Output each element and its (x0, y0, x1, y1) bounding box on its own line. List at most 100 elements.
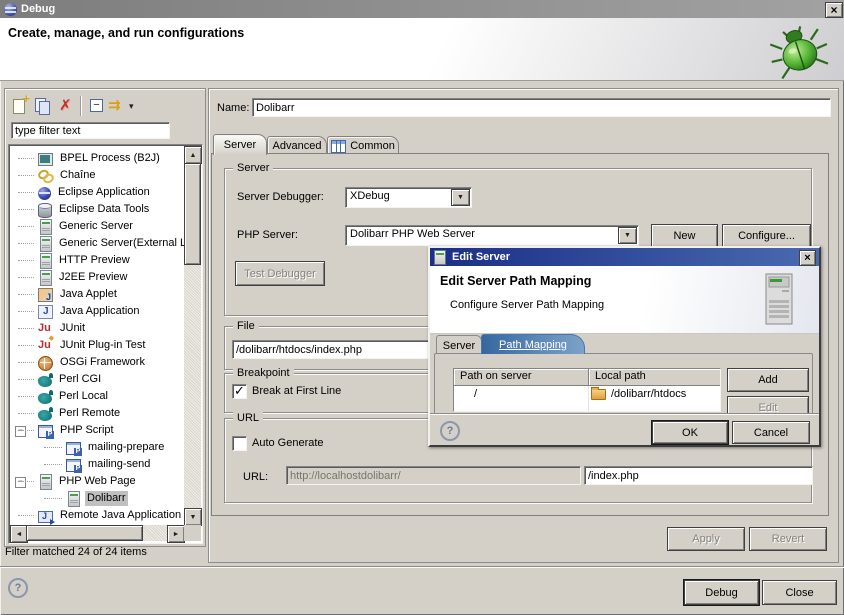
help-icon[interactable]: ? (8, 578, 28, 598)
tree-item[interactable]: Remote Java Application (10, 507, 184, 524)
chevron-down-icon[interactable]: ▼ (618, 227, 637, 244)
tree-connector (44, 464, 62, 465)
chevron-down-icon[interactable]: ▼ (451, 189, 470, 206)
break-first-line-checkbox[interactable] (232, 384, 247, 399)
url-base-input[interactable] (286, 466, 581, 485)
edit-server-dialog: Edit Server × Edit Server Path Mapping C… (428, 246, 821, 447)
tree-item[interactable]: Eclipse Data Tools (10, 201, 184, 218)
tree-connector (18, 158, 34, 159)
edit-server-titlebar[interactable]: Edit Server (430, 248, 819, 266)
tree-item[interactable]: JUnit (10, 320, 184, 337)
cancel-button[interactable]: Cancel (732, 421, 810, 444)
filter-menu-caret-icon[interactable] (129, 101, 146, 118)
tree-connector (18, 294, 34, 295)
tree-connector (18, 260, 34, 261)
tree-item[interactable]: Perl Local (10, 388, 184, 405)
window-close-button[interactable]: × (825, 2, 843, 18)
column-header-path-on-server[interactable]: Path on server (454, 369, 589, 386)
local-path-value: /dolibarr/htdocs (611, 388, 686, 400)
delete-config-icon[interactable] (58, 97, 75, 114)
dialog-tab-path-mapping[interactable]: Path Mapping (481, 334, 585, 354)
tree-vertical-scrollbar[interactable]: ▲ ▼ (184, 146, 201, 525)
vertical-scroll-thumb[interactable] (184, 163, 201, 265)
new-server-button[interactable]: New (651, 224, 718, 248)
tree-item[interactable]: Perl CGI (10, 371, 184, 388)
tree-item[interactable]: JUnit Plug-in Test (10, 337, 184, 354)
tree-item-label: Perl Remote (57, 406, 122, 421)
edit-server-subheading: Configure Server Path Mapping (450, 299, 604, 311)
tree-item-label: PHP Web Page (57, 474, 138, 489)
dialog-help-icon[interactable]: ? (440, 421, 460, 441)
path-on-server-cell: / (454, 386, 589, 402)
tree-connector (18, 328, 34, 329)
debug-configurations-window: Debug × Create, manage, and run configur… (0, 0, 844, 615)
close-button[interactable]: Close (762, 580, 837, 605)
java-applet-icon (38, 288, 53, 302)
tree-item[interactable]: OSGi Framework (10, 354, 184, 371)
add-mapping-button[interactable]: Add (727, 368, 809, 392)
server-debugger-select[interactable]: XDebug ▼ (345, 187, 472, 208)
auto-generate-checkbox[interactable] (232, 436, 247, 451)
column-header-local-path[interactable]: Local path (589, 369, 720, 386)
tree-connector (18, 311, 34, 312)
tree-item-label: Perl Local (57, 389, 110, 404)
tree-connector (18, 243, 34, 244)
tree-item-label: Eclipse Application (56, 185, 152, 200)
tree-item-label: Dolibarr (85, 491, 128, 506)
window-titlebar[interactable]: Debug (0, 0, 844, 18)
tree-item[interactable]: − PHP Web Page (10, 473, 184, 490)
tree-item[interactable]: mailing-prepare (10, 439, 184, 456)
tree-item-label: HTTP Preview (57, 253, 132, 268)
server-group-legend: Server (233, 161, 273, 175)
test-debugger-button[interactable]: Test Debugger (235, 261, 325, 286)
server-icon (434, 250, 446, 265)
tree-item[interactable]: mailing-send (10, 456, 184, 473)
dialog-tab-server[interactable]: Server (436, 335, 482, 355)
configure-server-button[interactable]: Configure... (722, 224, 811, 248)
php-script-icon (38, 425, 53, 438)
tree-item-label: mailing-send (86, 457, 152, 472)
tree-item[interactable]: Java Applet (10, 286, 184, 303)
revert-button[interactable]: Revert (749, 527, 827, 551)
filter-icon[interactable] (108, 97, 125, 114)
debug-button[interactable]: Debug (684, 580, 759, 605)
tree-connector (18, 226, 34, 227)
scroll-down-icon[interactable]: ▼ (184, 508, 202, 526)
tree-item[interactable]: Java Application (10, 303, 184, 320)
apply-button[interactable]: Apply (667, 527, 745, 551)
tree-item[interactable]: Eclipse Application (10, 184, 184, 201)
php-server-select[interactable]: Dolibarr PHP Web Server ▼ (345, 225, 639, 246)
url-path-input[interactable] (584, 466, 813, 485)
tree-connector (18, 481, 34, 482)
tree-item[interactable]: Generic Server(External La (10, 235, 184, 252)
collapse-toggle-icon[interactable]: − (15, 477, 26, 488)
tree-item[interactable]: Generic Server (10, 218, 184, 235)
config-name-input[interactable] (252, 98, 831, 117)
duplicate-config-icon[interactable] (34, 97, 51, 114)
tree-item[interactable]: Chaîne (10, 167, 184, 184)
scroll-up-icon[interactable]: ▲ (184, 146, 202, 164)
horizontal-scroll-thumb[interactable] (26, 525, 143, 541)
tree-item[interactable]: Perl Remote (10, 405, 184, 422)
tree-item[interactable]: HTTP Preview (10, 252, 184, 269)
filter-input[interactable] (11, 122, 170, 139)
collapse-all-icon[interactable] (88, 97, 105, 114)
new-config-icon[interactable] (11, 97, 28, 114)
server-icon (40, 236, 52, 252)
tree-item[interactable]: −PHP Script (10, 422, 184, 439)
edit-server-close-button[interactable]: × (799, 250, 816, 266)
tree-item[interactable]: J2EE Preview (10, 269, 184, 286)
table-row[interactable]: / /dolibarr/htdocs (454, 386, 720, 402)
scroll-right-icon[interactable]: ► (167, 525, 185, 543)
auto-generate-label: Auto Generate (252, 437, 324, 449)
php-web-server-icon (40, 474, 52, 490)
tab-server[interactable]: Server (213, 134, 267, 155)
tree-connector (18, 345, 34, 346)
tree-item[interactable]: Dolibarr (10, 490, 184, 507)
tree-item[interactable]: BPEL Process (B2J) (10, 150, 184, 167)
collapse-toggle-icon[interactable]: − (15, 426, 26, 437)
tree-connector (18, 430, 34, 431)
ok-button[interactable]: OK (652, 421, 728, 444)
empty-row (454, 402, 720, 411)
tree-horizontal-scrollbar[interactable]: ◄ ► (10, 525, 184, 541)
